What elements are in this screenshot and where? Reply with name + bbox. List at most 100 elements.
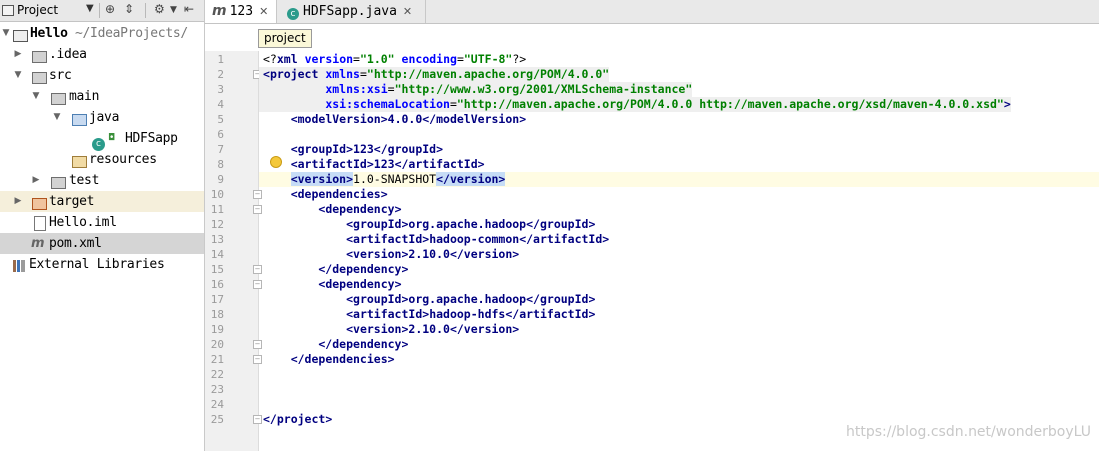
tree-item-label: pom.xml (49, 236, 102, 251)
line-number: 18 (210, 308, 224, 321)
tree-item-src[interactable]: ▼ src (0, 65, 204, 86)
breadcrumb-bar: project (205, 24, 1099, 51)
tree-item-label: java (89, 110, 120, 125)
line-number: 23 (210, 383, 224, 396)
code-line-20: </dependency> (263, 337, 409, 351)
expanded-arrow-icon[interactable]: ▼ (0, 23, 12, 44)
settings-gear-icon[interactable]: ⚙ (154, 2, 165, 16)
project-view-icon (2, 5, 14, 16)
tree-item-resources[interactable]: resources (0, 149, 204, 170)
code-line-5: <modelVersion>4.0.0</modelVersion> (263, 112, 527, 126)
project-folder-icon (13, 23, 28, 44)
line-number: 13 (210, 233, 224, 246)
tree-item-label: src (49, 68, 72, 83)
line-number: 19 (210, 323, 224, 336)
folder-icon (32, 44, 47, 65)
run-marker-icon: ◘ (108, 133, 116, 143)
project-tool-window: Project ▼ ⊕ ⇕ ⚙ ▼ ⇤ ▼ Hello ~/IdeaProjec… (0, 0, 205, 451)
code-line-11: <dependency> (263, 202, 402, 216)
line-number: 9 (217, 173, 224, 186)
breadcrumb[interactable]: project (258, 29, 312, 48)
tree-item-target[interactable]: ▶ target (0, 191, 204, 212)
line-number: 15 (210, 263, 224, 276)
maven-m-icon: m (212, 3, 227, 19)
line-number: 5 (217, 113, 224, 126)
code-line-7: <groupId>123</groupId> (263, 142, 444, 156)
code-line-15: </dependency> (263, 262, 409, 276)
tree-item-test[interactable]: ▶ test (0, 170, 204, 191)
watermark: https://blog.csdn.net/wonderboyLU (846, 424, 1091, 440)
tree-item-hello-iml[interactable]: Hello.iml (0, 212, 204, 233)
line-number: 1 (217, 53, 224, 66)
expanded-arrow-icon[interactable]: ▼ (30, 86, 42, 107)
code-line-12: <groupId>org.apache.hadoop</groupId> (263, 217, 596, 231)
line-number: 24 (210, 398, 224, 411)
line-number: 12 (210, 218, 224, 231)
maven-m-icon: m (31, 236, 45, 251)
file-icon (34, 212, 46, 233)
code-line-8: <artifactId>123</artifactId> (263, 157, 485, 171)
tree-item-pom-xml[interactable]: m pom.xml (0, 233, 204, 254)
line-number: 25 (210, 413, 224, 426)
folder-icon (51, 170, 66, 191)
tree-item-label: HDFSapp (125, 131, 178, 146)
toolbar-divider (99, 3, 100, 18)
java-class-icon: c (287, 8, 299, 20)
tree-item-idea[interactable]: ▶ .idea (0, 44, 204, 65)
scroll-from-source-icon[interactable]: ⊕ (105, 2, 115, 16)
tree-item-java[interactable]: ▼ java (0, 107, 204, 128)
tab-hdfsapp-java[interactable]: c HDFSapp.java ✕ (278, 0, 426, 23)
collapsed-arrow-icon[interactable]: ▶ (12, 191, 24, 212)
editor-tab-bar: m 123 ✕ c HDFSapp.java ✕ (205, 0, 1099, 24)
close-icon[interactable]: ✕ (403, 5, 412, 18)
line-number: 4 (217, 98, 224, 111)
code-line-10: <dependencies> (263, 187, 388, 201)
code-line-9-current: <version>1.0-SNAPSHOT</version> (259, 172, 1099, 187)
folder-icon (51, 86, 66, 107)
project-panel-title[interactable]: Project (17, 3, 58, 17)
project-path: ~/IdeaProjects/ (75, 26, 188, 41)
tree-item-hdfsapp[interactable]: c ◘ HDFSapp (0, 128, 204, 151)
expanded-arrow-icon[interactable]: ▼ (51, 107, 63, 128)
resources-folder-icon (72, 149, 87, 170)
tree-item-label: External Libraries (29, 257, 165, 272)
folder-icon (32, 65, 47, 86)
collapsed-arrow-icon[interactable]: ▶ (30, 170, 42, 191)
line-number: 6 (217, 128, 224, 141)
line-number: 16 (210, 278, 224, 291)
settings-dropdown-icon[interactable]: ▼ (170, 5, 177, 15)
tree-item-label: test (69, 173, 100, 188)
line-number: 7 (217, 143, 224, 156)
code-line-16: <dependency> (263, 277, 402, 291)
code-line-25: </project> (263, 412, 333, 426)
collapse-all-icon[interactable]: ⇕ (124, 2, 134, 16)
tab-label: 123 (229, 4, 254, 19)
view-dropdown-icon[interactable]: ▼ (86, 3, 94, 14)
tree-item-external-libraries[interactable]: External Libraries (0, 254, 204, 275)
code-line-19: <version>2.10.0</version> (263, 322, 520, 336)
java-class-icon: c (92, 128, 105, 151)
code-line-13: <artifactId>hadoop-common</artifactId> (263, 232, 610, 246)
tree-item-hello[interactable]: ▼ Hello ~/IdeaProjects/ (0, 23, 204, 44)
tree-item-label: .idea (49, 47, 87, 62)
tree-item-label: resources (89, 152, 157, 167)
code-line-3: xmlns:xsi="http://www.w3.org/2001/XMLSch… (259, 82, 693, 97)
line-number: 8 (217, 158, 224, 171)
tree-item-label: main (69, 89, 100, 104)
project-panel-toolbar: Project ▼ ⊕ ⇕ ⚙ ▼ ⇤ (0, 0, 204, 22)
close-icon[interactable]: ✕ (259, 5, 268, 18)
expanded-arrow-icon[interactable]: ▼ (12, 65, 24, 86)
tab-123[interactable]: m 123 ✕ (205, 0, 277, 23)
toolbar-divider (145, 3, 146, 18)
collapsed-arrow-icon[interactable]: ▶ (12, 44, 24, 65)
line-number: 11 (210, 203, 224, 216)
line-number: 21 (210, 353, 224, 366)
line-number: 2 (217, 68, 224, 81)
line-number: 10 (210, 188, 224, 201)
tree-item-label: Hello (30, 26, 68, 41)
code-line-4: xsi:schemaLocation="http://maven.apache.… (259, 97, 1011, 112)
hide-panel-icon[interactable]: ⇤ (184, 2, 194, 16)
tree-item-main[interactable]: ▼ main (0, 86, 204, 107)
tree-item-label: Hello.iml (49, 215, 117, 230)
line-number: 3 (217, 83, 224, 96)
